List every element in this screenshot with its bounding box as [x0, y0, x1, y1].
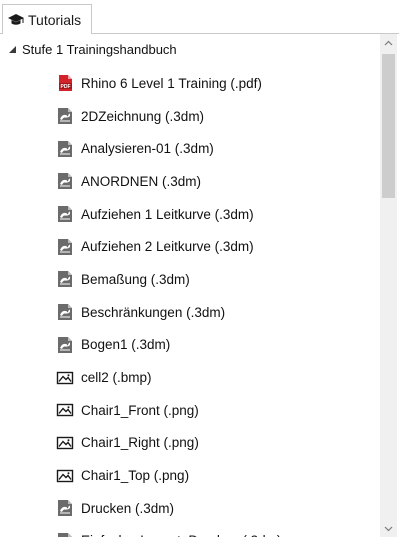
tab-label: Tutorials	[28, 11, 82, 28]
list-item-label: 2DZeichnung (.3dm)	[81, 108, 205, 124]
list-item[interactable]: PDF Rhino 6 Level 1 Training (.pdf)	[56, 67, 281, 100]
scroll-up-button[interactable]	[380, 34, 397, 51]
list-item-label: Aufziehen 2 Leitkurve (.3dm)	[81, 239, 254, 255]
chevron-down-icon	[384, 526, 393, 531]
list-item[interactable]: Beschränkungen (.3dm)	[56, 296, 281, 329]
list-item-label: Bemaßung (.3dm)	[81, 271, 190, 287]
list-item[interactable]: EinfachesLayout_Drucken (.3dm)	[56, 525, 281, 537]
list-item-label: Aufziehen 1 Leitkurve (.3dm)	[81, 206, 254, 222]
rhino-model-icon	[56, 238, 74, 256]
list-item[interactable]: Bemaßung (.3dm)	[56, 263, 281, 296]
image-icon	[56, 401, 74, 419]
image-icon	[56, 434, 74, 452]
list-item[interactable]: Bogen1 (.3dm)	[56, 329, 281, 362]
list-item[interactable]: Analysieren-01 (.3dm)	[56, 132, 281, 165]
list-item-label: cell2 (.bmp)	[81, 370, 152, 386]
rhino-model-icon	[56, 172, 74, 190]
list-item-label: Drucken (.3dm)	[81, 500, 175, 516]
list-item-label: Analysieren-01 (.3dm)	[81, 141, 214, 157]
rhino-model-icon	[56, 140, 74, 158]
list-item-label: ANORDNEN (.3dm)	[81, 173, 202, 189]
rhino-model-icon	[56, 336, 74, 354]
tab-tutorials[interactable]: Tutorials	[2, 4, 92, 34]
graduation-cap-icon	[7, 13, 25, 27]
list-item[interactable]: Chair1_Top (.png)	[56, 459, 281, 492]
scroll-thumb[interactable]	[382, 54, 395, 198]
list-item[interactable]: cell2 (.bmp)	[56, 361, 281, 394]
image-icon	[56, 369, 74, 387]
list-item-label: EinfachesLayout_Drucken (.3dm)	[81, 533, 281, 537]
vertical-scrollbar[interactable]	[380, 34, 397, 537]
chevron-up-icon	[384, 40, 393, 45]
list-item[interactable]: Chair1_Front (.png)	[56, 394, 281, 427]
svg-text:PDF: PDF	[61, 84, 71, 90]
tree-node-label: Stufe 1 Trainingshandbuch	[22, 41, 177, 57]
tutorial-tree: Stufe 1 Trainingshandbuch PDF Rhino 6 Lev…	[0, 34, 380, 537]
expand-toggle-icon[interactable]	[6, 43, 18, 55]
rhino-model-icon	[56, 270, 74, 288]
list-item[interactable]: Drucken (.3dm)	[56, 492, 281, 525]
pdf-icon: PDF	[56, 74, 74, 92]
tree-node-root[interactable]: Stufe 1 Trainingshandbuch	[0, 38, 177, 60]
rhino-model-icon	[56, 107, 74, 125]
list-item-label: Chair1_Right (.png)	[81, 435, 199, 451]
list-item-label: Chair1_Top (.png)	[81, 468, 190, 484]
rhino-model-icon	[56, 205, 74, 223]
rhino-model-icon	[56, 499, 74, 517]
list-item-label: Beschränkungen (.3dm)	[81, 304, 226, 320]
list-item[interactable]: 2DZeichnung (.3dm)	[56, 100, 281, 133]
rhino-model-icon	[56, 532, 74, 537]
image-icon	[56, 467, 74, 485]
list-item[interactable]: Aufziehen 2 Leitkurve (.3dm)	[56, 230, 281, 263]
scroll-down-button[interactable]	[380, 520, 397, 537]
list-item[interactable]: ANORDNEN (.3dm)	[56, 165, 281, 198]
list-item-label: Rhino 6 Level 1 Training (.pdf)	[81, 75, 262, 91]
tutorials-panel: Tutorials Stufe 1 Trainingshandbuch PDF R…	[0, 0, 399, 537]
rhino-model-icon	[56, 303, 74, 321]
list-item-label: Bogen1 (.3dm)	[81, 337, 171, 353]
list-item[interactable]: Chair1_Right (.png)	[56, 427, 281, 460]
panel-tabstrip: Tutorials	[0, 0, 399, 34]
tutorial-file-list: PDF Rhino 6 Level 1 Training (.pdf) 2DZeic…	[56, 67, 281, 537]
list-item[interactable]: Aufziehen 1 Leitkurve (.3dm)	[56, 198, 281, 231]
list-item-label: Chair1_Front (.png)	[81, 402, 199, 418]
